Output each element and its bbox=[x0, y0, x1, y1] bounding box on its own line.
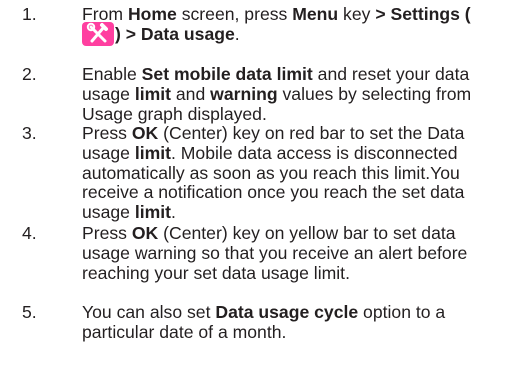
text-run: (Center) key on yellow bar to set data bbox=[158, 223, 456, 243]
text-run: and reset your data bbox=[312, 64, 470, 84]
text-run: You can also set bbox=[82, 302, 216, 322]
bold-term: Menu bbox=[292, 4, 339, 24]
text-run: Usage graph displayed. bbox=[82, 103, 267, 124]
text-run: . bbox=[171, 202, 176, 223]
step-text: Enable Set mobile data limit and reset y… bbox=[82, 64, 528, 124]
text-run: particular date of a month. bbox=[82, 321, 287, 342]
text-run: screen, press bbox=[176, 4, 293, 24]
bold-term: limit bbox=[134, 202, 171, 223]
text-run: reaching your set data usage limit. bbox=[82, 262, 350, 283]
bold-term: OK bbox=[131, 223, 159, 243]
text-run: usage warning so that you receive an ale… bbox=[82, 242, 468, 263]
bold-term: Set mobile data limit bbox=[141, 64, 313, 84]
bold-term: Data usage cycle bbox=[215, 302, 359, 322]
text-run: . Mobile data access is disconnected bbox=[171, 142, 458, 163]
step-text: Press OK (Center) key on yellow bar to s… bbox=[82, 223, 528, 283]
text-run: Press bbox=[82, 223, 132, 243]
text-run: key bbox=[338, 4, 376, 24]
bold-term: ) > Data usage bbox=[115, 23, 235, 44]
step-number: 5. bbox=[22, 302, 37, 322]
text-run: Enable bbox=[82, 64, 142, 84]
step-text: Press OK (Center) key on red bar to set … bbox=[82, 123, 528, 223]
text-run: option to a bbox=[358, 302, 446, 322]
bold-term: limit bbox=[134, 142, 171, 163]
text-run: Press bbox=[82, 123, 132, 143]
text-run: receive a notification once you reach th… bbox=[82, 182, 465, 203]
step-number: 4. bbox=[22, 223, 37, 243]
bold-term: limit bbox=[134, 83, 171, 104]
step-number: 1. bbox=[22, 4, 37, 24]
text-run: (Center) key on red bar to set the Data bbox=[158, 123, 465, 143]
step-number: 3. bbox=[22, 123, 37, 143]
bold-term: warning bbox=[210, 83, 278, 104]
text-run: usage bbox=[82, 142, 135, 163]
step-text: From Home screen, press Menu key > Setti… bbox=[82, 4, 528, 46]
settings-tools-icon bbox=[82, 21, 114, 46]
text-run: automatically as soon as you reach this … bbox=[82, 162, 460, 183]
bold-term: > Settings ( bbox=[375, 4, 471, 24]
text-run: usage bbox=[82, 202, 135, 223]
bold-term: OK bbox=[131, 123, 159, 143]
step-number: 2. bbox=[22, 64, 37, 84]
text-run: . bbox=[234, 23, 240, 44]
step-text: You can also set Data usage cycle option… bbox=[82, 302, 528, 343]
text-run: and bbox=[171, 83, 211, 104]
bold-term: Home bbox=[127, 4, 177, 24]
text-run: values by selecting from bbox=[277, 83, 472, 104]
text-run: usage bbox=[82, 83, 135, 104]
